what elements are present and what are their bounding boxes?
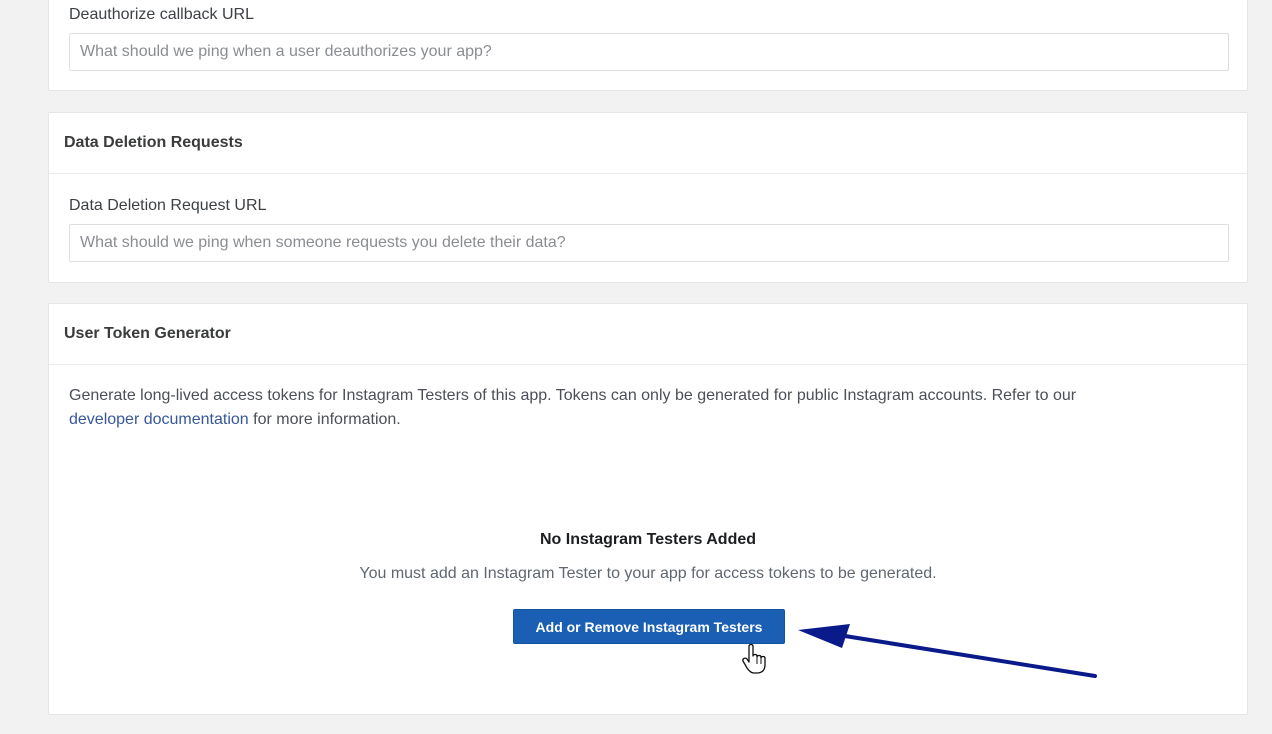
user-token-generator-header: User Token Generator [49,304,1247,365]
data-deletion-panel: Data Deletion Requests Data Deletion Req… [48,112,1248,283]
data-deletion-url-label: Data Deletion Request URL [69,197,267,214]
no-testers-title: No Instagram Testers Added [539,531,757,548]
deauthorize-panel: Deauthorize callback URL [48,0,1248,91]
data-deletion-url-input[interactable] [69,224,1229,262]
deauthorize-callback-input[interactable] [69,33,1229,71]
deauthorize-callback-label: Deauthorize callback URL [69,6,254,23]
no-testers-message: You must add an Instagram Tester to your… [359,565,937,582]
description-text-end: for more information. [253,411,401,428]
developer-documentation-link[interactable]: developer documentation [69,411,249,428]
token-generator-description: Generate long-lived access tokens for In… [69,384,1209,432]
add-remove-testers-button[interactable]: Add or Remove Instagram Testers [513,609,785,644]
data-deletion-header: Data Deletion Requests [49,113,1247,174]
user-token-generator-panel: User Token Generator Generate long-lived… [48,303,1248,715]
description-text: Generate long-lived access tokens for In… [69,387,1077,404]
